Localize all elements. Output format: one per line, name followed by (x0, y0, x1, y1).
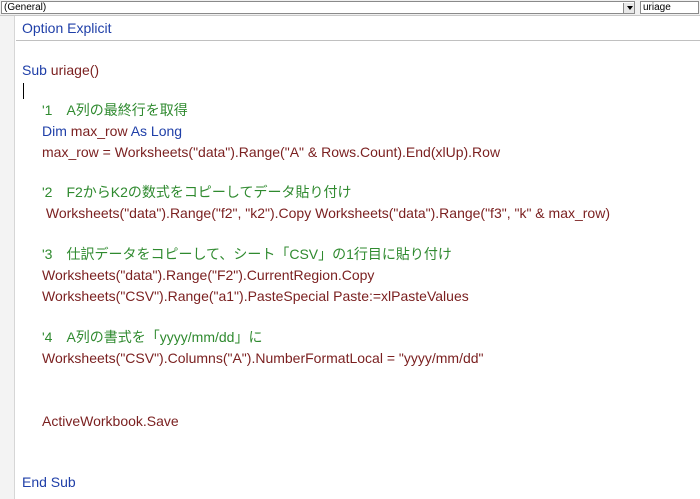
code-line-copy-region[interactable]: Worksheets("data").Range("F2").CurrentRe… (42, 266, 374, 284)
object-combobox-dropdown-button[interactable] (623, 3, 634, 13)
object-combobox[interactable]: (General) (1, 1, 635, 14)
chevron-down-icon (627, 6, 633, 10)
identifier-token: uriage() (46, 62, 100, 78)
code-line-save[interactable]: ActiveWorkbook.Save (42, 412, 179, 430)
code-text: Worksheets("data").Range("F2").CurrentRe… (42, 267, 375, 283)
procedure-combobox-value: uriage (643, 2, 671, 13)
code-line-comment-4[interactable]: '4 A列の書式を「yyyy/mm/dd」に (42, 328, 262, 346)
code-line-sub-declaration[interactable]: Sub uriage() (22, 61, 99, 79)
code-line-number-format[interactable]: Worksheets("CSV").Columns("A").NumberFor… (42, 349, 484, 367)
code-line-option-explicit[interactable]: Option Explicit (22, 19, 111, 37)
text-cursor (23, 83, 24, 99)
margin-indicator-bar[interactable] (0, 16, 15, 499)
comment-token: '1 A列の最終行を取得 (42, 102, 188, 118)
code-text: max_row = Worksheets("data").Range("A" &… (42, 144, 501, 160)
procedure-combobox[interactable]: uriage (640, 1, 699, 14)
code-line-copy-formulas[interactable]: Worksheets("data").Range("f2", "k2").Cop… (42, 204, 610, 222)
comment-token: '2 F2からK2の数式をコピーしてデータ貼り付け (42, 184, 352, 200)
code-line-comment-2[interactable]: '2 F2からK2の数式をコピーしてデータ貼り付け (42, 183, 352, 201)
identifier-token: max_row (66, 123, 131, 139)
code-line-end-sub[interactable]: End Sub (22, 473, 76, 491)
code-line-paste-special[interactable]: Worksheets("CSV").Range("a1").PasteSpeci… (42, 287, 469, 305)
keyword-token: Dim (42, 123, 67, 139)
code-window-toolbar: (General) uriage (0, 0, 700, 16)
keyword-token: As Long (130, 123, 183, 139)
object-combobox-value: (General) (4, 2, 47, 13)
code-text: Worksheets("data").Range("f2", "k2").Cop… (42, 205, 610, 221)
declarations-separator (16, 40, 700, 41)
comment-token: '3 仕訳データをコピーして、シート「CSV」の1行目に貼り付け (42, 246, 452, 262)
code-text: Worksheets("CSV").Range("a1").PasteSpeci… (42, 288, 469, 304)
code-line-dim[interactable]: Dim max_row As Long (42, 122, 182, 140)
keyword-token: Sub (22, 62, 47, 78)
code-line-comment-1[interactable]: '1 A列の最終行を取得 (42, 101, 188, 119)
keyword-token: End Sub (22, 474, 76, 490)
comment-token: '4 A列の書式を「yyyy/mm/dd」に (42, 329, 263, 345)
code-text: Worksheets("CSV").Columns("A").NumberFor… (42, 350, 484, 366)
code-line-max-row[interactable]: max_row = Worksheets("data").Range("A" &… (42, 143, 500, 161)
code-line-comment-3[interactable]: '3 仕訳データをコピーして、シート「CSV」の1行目に貼り付け (42, 245, 452, 263)
code-text: ActiveWorkbook.Save (42, 413, 179, 429)
keyword-token: Option Explicit (22, 20, 112, 36)
